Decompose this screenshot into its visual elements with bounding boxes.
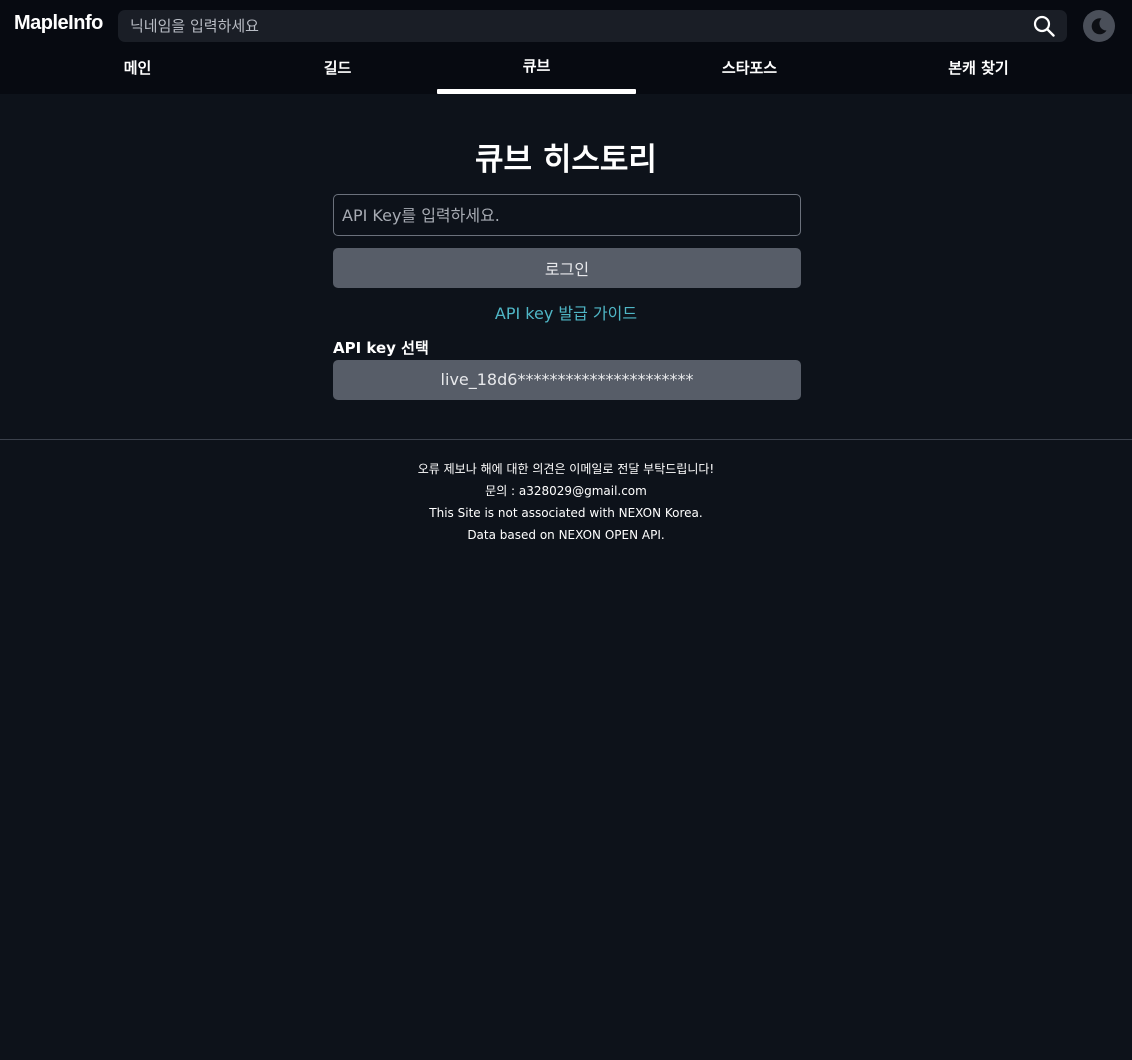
api-key-input[interactable] — [333, 194, 801, 236]
tab-main-character[interactable]: 본캐 찾기 — [879, 52, 1078, 94]
footer-divider — [0, 439, 1132, 440]
main-nav: 메인 길드 큐브 스타포스 본캐 찾기 — [0, 52, 1132, 94]
top-bar: MapleInfo 메인 길드 큐브 스타포스 본캐 찾기 — [0, 0, 1132, 94]
search-icon[interactable] — [1033, 15, 1055, 37]
api-key-guide-link-text[interactable]: API key 발급 가이드 — [495, 304, 637, 323]
search-input[interactable] — [118, 10, 1010, 42]
tab-starforce[interactable]: 스타포스 — [650, 52, 849, 94]
login-button[interactable]: 로그인 — [333, 248, 801, 288]
api-key-select[interactable]: live_18d6********************** — [333, 360, 801, 400]
site-logo[interactable]: MapleInfo — [14, 12, 103, 35]
footer-disclaimer: This Site is not associated with NEXON K… — [429, 506, 703, 520]
active-tab-indicator — [437, 89, 636, 94]
footer: 오류 제보나 해에 대한 의견은 이메일로 전달 부탁드립니다! 문의 : a3… — [0, 458, 1132, 546]
tab-main[interactable]: 메인 — [38, 52, 237, 94]
footer-contact-email: 문의 : a328029@gmail.com — [485, 484, 647, 498]
search-bar — [118, 10, 1067, 42]
footer-data-source: Data based on NEXON OPEN API. — [467, 528, 665, 542]
api-key-select-label: API key 선택 — [333, 339, 429, 357]
api-key-guide-link: API key 발급 가이드 — [0, 300, 1132, 324]
moon-icon — [1083, 18, 1115, 46]
theme-toggle-button[interactable] — [1083, 10, 1115, 42]
tab-cube[interactable]: 큐브 — [437, 52, 636, 94]
footer-feedback-text: 오류 제보나 해에 대한 의견은 이메일로 전달 부탁드립니다! — [417, 462, 715, 476]
page-title: 큐브 히스토리 — [475, 142, 657, 178]
tab-guild[interactable]: 길드 — [238, 52, 437, 94]
